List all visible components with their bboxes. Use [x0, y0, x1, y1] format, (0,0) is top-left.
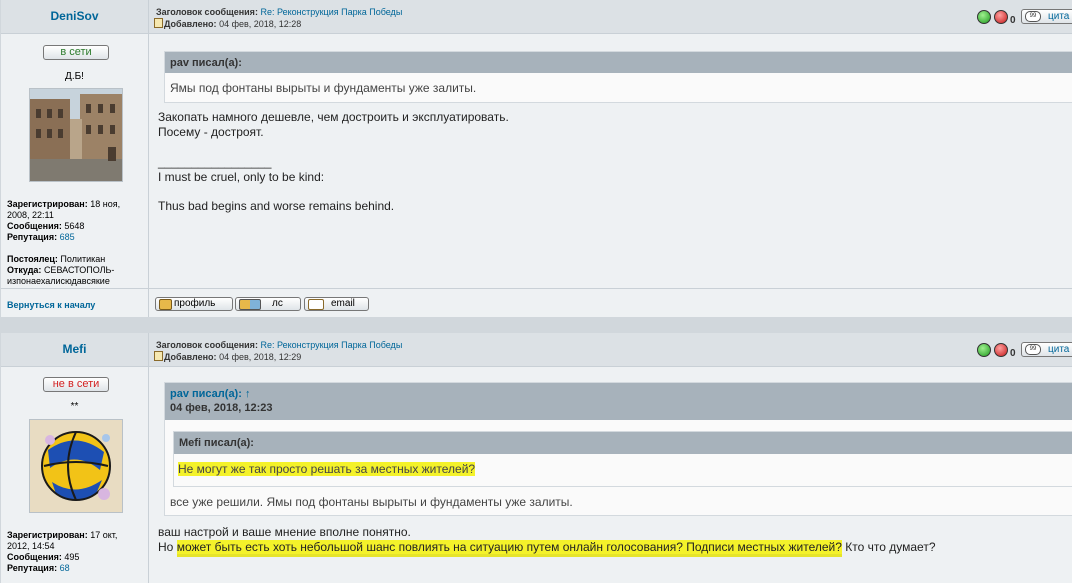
highlighted-text: Не могут же так просто решать за местных…	[178, 462, 476, 476]
pm-icon	[239, 299, 261, 310]
post: DeniSov в сети Д.Б! Зарегистрирован: 18	[1, 0, 1072, 317]
pm-button-label: лс	[272, 298, 283, 309]
quote-button[interactable]: 99 цита	[1021, 9, 1072, 24]
registered-label: Зарегистрирован:	[7, 530, 88, 540]
registered-time: 2008, 22:11	[7, 210, 54, 220]
subject-line: Заголовок сообщения: Re: Реконструкция П…	[156, 7, 402, 17]
post-date: 04 фев, 2018, 12:29	[219, 352, 302, 362]
quote-block: pav писал(а): Ямы под фонтаны вырыты и ф…	[164, 51, 1072, 103]
reputation-value[interactable]: 68	[60, 563, 70, 573]
signature-divider: _________________	[158, 155, 272, 169]
signature-line: I must be cruel, only to be kind:	[158, 170, 325, 184]
vote-count: 0	[1010, 15, 1016, 26]
messages-label: Сообщения:	[7, 552, 62, 562]
highlighted-text: может быть есть хоть небольшой шанс повл…	[176, 540, 842, 557]
message-line: Закопать намного дешевле, чем достроить …	[158, 110, 509, 124]
quote-header: pav писал(а): ↑ 04 фев, 2018, 12:23	[165, 383, 1072, 420]
offline-status-badge: не в сети	[43, 377, 109, 392]
quote-text: все уже решили. Ямы под фонтаны вырыты и…	[170, 495, 573, 509]
post-icon	[154, 351, 163, 361]
profile-button-label: профиль	[174, 298, 216, 309]
online-status-badge: в сети	[43, 45, 109, 60]
jump-to-post-icon[interactable]: ↑	[245, 388, 251, 400]
profile-info: Зарегистрирован: 18 ноя, 2008, 22:11 Соо…	[7, 199, 120, 287]
author-panel: DeniSov в сети Д.Б! Зарегистрирован: 18	[1, 0, 149, 317]
reputation-label: Репутация:	[7, 563, 58, 573]
post-date: 04 фев, 2018, 12:28	[219, 19, 302, 29]
quote-date: 04 фев, 2018, 12:23	[170, 402, 273, 414]
message-line: ваш настрой и ваше мнение вполне понятно…	[158, 525, 411, 539]
posted-label: Добавлено:	[164, 352, 217, 362]
avatar	[29, 419, 123, 513]
pm-button[interactable]: лс	[235, 297, 301, 311]
post-header: Заголовок сообщения: Re: Реконструкция П…	[149, 0, 1072, 34]
from-value-2: изпонаехалисюдавсякие	[7, 276, 110, 286]
author-rank: Д.Б!	[65, 71, 84, 82]
subject-label: Заголовок сообщения:	[156, 340, 258, 350]
email-icon	[308, 299, 324, 310]
post-subject[interactable]: Re: Реконструкция Парка Победы	[260, 7, 402, 17]
date-line: Добавлено: 04 фев, 2018, 12:29	[154, 351, 301, 362]
messages-label: Сообщения:	[7, 221, 62, 231]
quote-block: pav писал(а): ↑ 04 фев, 2018, 12:23 Mefi…	[164, 382, 1072, 516]
email-button[interactable]: email	[304, 297, 369, 311]
reputation-value[interactable]: 685	[60, 232, 75, 242]
messages-count: 5648	[64, 221, 85, 231]
quote-author[interactable]: pav писал(а):	[170, 388, 242, 400]
post-subject[interactable]: Re: Реконструкция Парка Победы	[260, 340, 402, 350]
quote-button-label: цита	[1048, 344, 1070, 355]
resident-value: Политикан	[60, 254, 106, 264]
nested-quote-block: Mefi писал(а): Не могут же так просто ре…	[173, 431, 1072, 487]
post-icon	[154, 18, 163, 28]
email-button-label: email	[331, 298, 355, 309]
thumb-down-icon[interactable]	[994, 10, 1008, 24]
quote-button[interactable]: 99 цита	[1021, 342, 1072, 357]
signature-line: Thus bad begins and worse remains behind…	[158, 199, 395, 213]
subject-label: Заголовок сообщения:	[156, 7, 258, 17]
thumb-up-icon[interactable]	[977, 343, 991, 357]
subject-line: Заголовок сообщения: Re: Реконструкция П…	[156, 340, 402, 350]
speech-bubble-icon: 99	[1025, 344, 1041, 355]
author-panel: Mefi не в сети ** Зарегистрирован: 17 ок…	[1, 333, 149, 583]
resident-label: Постоялец:	[7, 254, 58, 264]
message-line: Посему - достроят.	[158, 125, 264, 139]
back-to-top-link[interactable]: Вернуться к началу	[7, 300, 95, 310]
quote-author: pav писал(а):	[165, 52, 1072, 73]
profile-info: Зарегистрирован: 17 окт, 2012, 14:54 Соо…	[7, 530, 117, 574]
vote-count: 0	[1010, 348, 1016, 359]
posted-label: Добавлено:	[164, 19, 217, 29]
from-value: СЕВАСТОПОЛЬ-	[43, 265, 115, 275]
author-name[interactable]: Mefi	[1, 333, 148, 367]
date-line: Добавлено: 04 фев, 2018, 12:28	[154, 18, 301, 29]
post-separator	[1, 317, 1072, 333]
thumb-up-icon[interactable]	[977, 10, 991, 24]
profile-button[interactable]: профиль	[155, 297, 233, 311]
registered-time: 2012, 14:54	[7, 541, 55, 551]
quote-text: Ямы под фонтаны вырыты и фундаменты уже …	[170, 81, 477, 95]
registered-date: 18 ноя,	[90, 199, 121, 209]
message-line-start: Но	[158, 540, 177, 554]
avatar	[29, 88, 123, 182]
post: Mefi не в сети ** Зарегистрирован: 17 ок…	[1, 333, 1072, 583]
author-name[interactable]: DeniSov	[1, 0, 148, 34]
message-line: Но может быть есть хоть небольшой шанс п…	[158, 540, 936, 557]
registered-label: Зарегистрирован:	[7, 199, 88, 209]
author-rank: **	[70, 401, 79, 412]
profile-icon	[159, 299, 172, 310]
speech-bubble-icon: 99	[1025, 11, 1041, 22]
from-label: Откуда:	[7, 265, 42, 275]
thumb-down-icon[interactable]	[994, 343, 1008, 357]
registered-date: 17 окт,	[90, 530, 118, 540]
nested-quote-text: Не могут же так просто решать за местных…	[178, 462, 476, 476]
quote-button-label: цита	[1048, 11, 1070, 22]
divider	[1, 288, 1072, 289]
messages-count: 495	[64, 552, 80, 562]
nested-quote-author: Mefi писал(а):	[174, 432, 1072, 454]
message-line-end: Кто что думает?	[841, 540, 936, 554]
reputation-label: Репутация:	[7, 232, 58, 242]
post-header: Заголовок сообщения: Re: Реконструкция П…	[149, 333, 1072, 367]
